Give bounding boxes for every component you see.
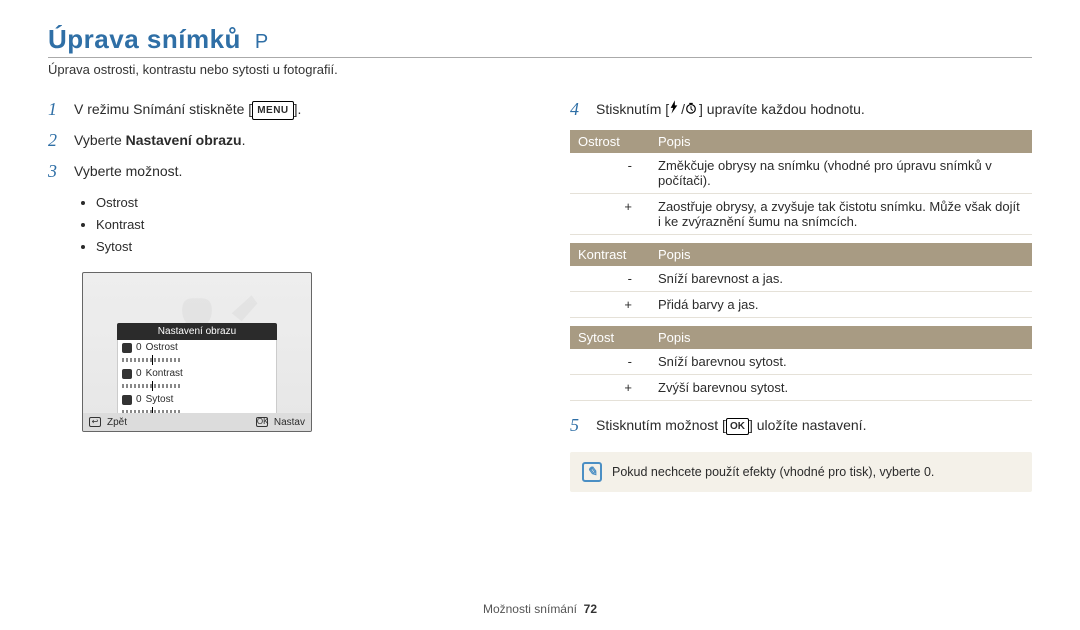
option-ostrost: Ostrost — [96, 192, 510, 214]
step-number-5: 5 — [570, 415, 586, 436]
camera-screen-mock: Nastavení obrazu 0 Ostrost 0 Kontrast — [82, 272, 312, 432]
ok-icon-small: OK — [256, 417, 268, 427]
right-column: 4 Stisknutím [/] upravíte každou hodnotu… — [570, 99, 1032, 492]
left-column: 1 V režimu Snímání stiskněte [MENU]. 2 V… — [48, 99, 510, 492]
table-row: -Sníží barevnou sytost. — [570, 349, 1032, 375]
sytost-r0-desc: Sníží barevnou sytost. — [650, 349, 1032, 375]
kontrast-table: Kontrast Popis -Sníží barevnost a jas. +… — [570, 243, 1032, 318]
step-1-post: ]. — [294, 101, 302, 117]
note-box: ✎ Pokud nechcete použít efekty (vhodné p… — [570, 452, 1032, 492]
kontrast-r0-desc: Sníží barevnost a jas. — [650, 266, 1032, 292]
camera-row-sytost: 0 Sytost — [118, 392, 276, 407]
step-2-text: Vyberte Nastavení obrazu. — [74, 130, 510, 151]
sharpness-icon — [122, 343, 132, 353]
table-row: +Přidá barvy a jas. — [570, 292, 1032, 318]
camera-footer: ↩ Zpět OK Nastav — [83, 413, 311, 431]
kontrast-r1-desc: Přidá barvy a jas. — [650, 292, 1032, 318]
kontrast-r0-sign: - — [570, 266, 650, 292]
camera-scale-1 — [122, 384, 182, 388]
info-icon: ✎ — [582, 462, 602, 482]
page-mode: P — [255, 31, 268, 54]
kontrast-r1-sign: + — [570, 292, 650, 318]
ok-icon: OK — [726, 418, 749, 435]
step-2-post: . — [242, 132, 246, 148]
step-1-pre: V režimu Snímání stiskněte [ — [74, 101, 252, 117]
step-5-text: Stisknutím možnost [OK] uložíte nastaven… — [596, 415, 1032, 436]
step-2-pre: Vyberte — [74, 132, 126, 148]
page-title: Úprava snímků — [48, 24, 241, 55]
camera-overlay-panel: Nastavení obrazu 0 Ostrost 0 Kontrast — [117, 323, 277, 419]
step-number-4: 4 — [570, 99, 586, 120]
camera-row-1-value: 0 — [136, 368, 142, 379]
ostrost-r0-sign: - — [570, 153, 650, 194]
step-1-text: V režimu Snímání stiskněte [MENU]. — [74, 99, 510, 120]
table-row: +Zvýší barevnou sytost. — [570, 375, 1032, 401]
step-5-pre: Stisknutím možnost [ — [596, 417, 726, 433]
page-subtitle: Úprava ostrosti, kontrastu nebo sytosti … — [48, 57, 1032, 77]
kontrast-th2: Popis — [650, 243, 1032, 266]
ostrost-th1: Ostrost — [570, 130, 650, 153]
option-kontrast: Kontrast — [96, 214, 510, 236]
camera-row-ostrost: 0 Ostrost — [118, 340, 276, 355]
ostrost-th2: Popis — [650, 130, 1032, 153]
back-icon: ↩ — [89, 417, 101, 427]
table-row: -Změkčuje obrysy na snímku (vhodné pro ú… — [570, 153, 1032, 194]
camera-row-kontrast: 0 Kontrast — [118, 366, 276, 381]
camera-row-2-value: 0 — [136, 394, 142, 405]
footer-section: Možnosti snímání — [483, 602, 577, 616]
step-4-pre: Stisknutím [ — [596, 101, 669, 117]
step-4-post: ] upravíte každou hodnotu. — [699, 101, 865, 117]
ostrost-r0-desc: Změkčuje obrysy na snímku (vhodné pro úp… — [650, 153, 1032, 194]
sytost-r1-sign: + — [570, 375, 650, 401]
sytost-th2: Popis — [650, 326, 1032, 349]
table-row: +Zaostřuje obrysy, a zvyšuje tak čistotu… — [570, 194, 1032, 235]
table-row: -Sníží barevnost a jas. — [570, 266, 1032, 292]
camera-row-0-value: 0 — [136, 342, 142, 353]
ostrost-r1-desc: Zaostřuje obrysy, a zvyšuje tak čistotu … — [650, 194, 1032, 235]
step-number-1: 1 — [48, 99, 64, 120]
menu-icon: MENU — [252, 101, 293, 120]
step-4-text: Stisknutím [/] upravíte každou hodnotu. — [596, 99, 1032, 120]
option-sytost: Sytost — [96, 236, 510, 258]
camera-set-label: Nastav — [274, 417, 305, 428]
step-5-post: ] uložíte nastavení. — [749, 417, 867, 433]
footer-page-number: 72 — [584, 602, 597, 616]
sytost-th1: Sytost — [570, 326, 650, 349]
step-2-bold: Nastavení obrazu — [126, 132, 242, 148]
camera-row-2-label: Sytost — [146, 394, 272, 405]
note-text: Pokud nechcete použít efekty (vhodné pro… — [612, 465, 934, 479]
ostrost-r1-sign: + — [570, 194, 650, 235]
step-number-3: 3 — [48, 161, 64, 182]
camera-row-1-label: Kontrast — [146, 368, 272, 379]
page-footer: Možnosti snímání 72 — [0, 602, 1080, 616]
sytost-r1-desc: Zvýší barevnou sytost. — [650, 375, 1032, 401]
contrast-icon — [122, 369, 132, 379]
camera-scale-0 — [122, 358, 182, 362]
saturation-icon — [122, 395, 132, 405]
timer-icon — [685, 99, 699, 120]
option-list: Ostrost Kontrast Sytost — [84, 192, 510, 258]
ostrost-table: Ostrost Popis -Změkčuje obrysy na snímku… — [570, 130, 1032, 235]
page-title-row: Úprava snímků P — [48, 24, 1032, 55]
camera-overlay-title: Nastavení obrazu — [117, 323, 277, 340]
sytost-table: Sytost Popis -Sníží barevnou sytost. +Zv… — [570, 326, 1032, 401]
kontrast-th1: Kontrast — [570, 243, 650, 266]
step-3-text: Vyberte možnost. — [74, 161, 510, 182]
step-number-2: 2 — [48, 130, 64, 151]
camera-row-0-label: Ostrost — [146, 342, 272, 353]
flash-icon — [669, 99, 681, 120]
camera-back-label: Zpět — [107, 417, 127, 428]
sytost-r0-sign: - — [570, 349, 650, 375]
